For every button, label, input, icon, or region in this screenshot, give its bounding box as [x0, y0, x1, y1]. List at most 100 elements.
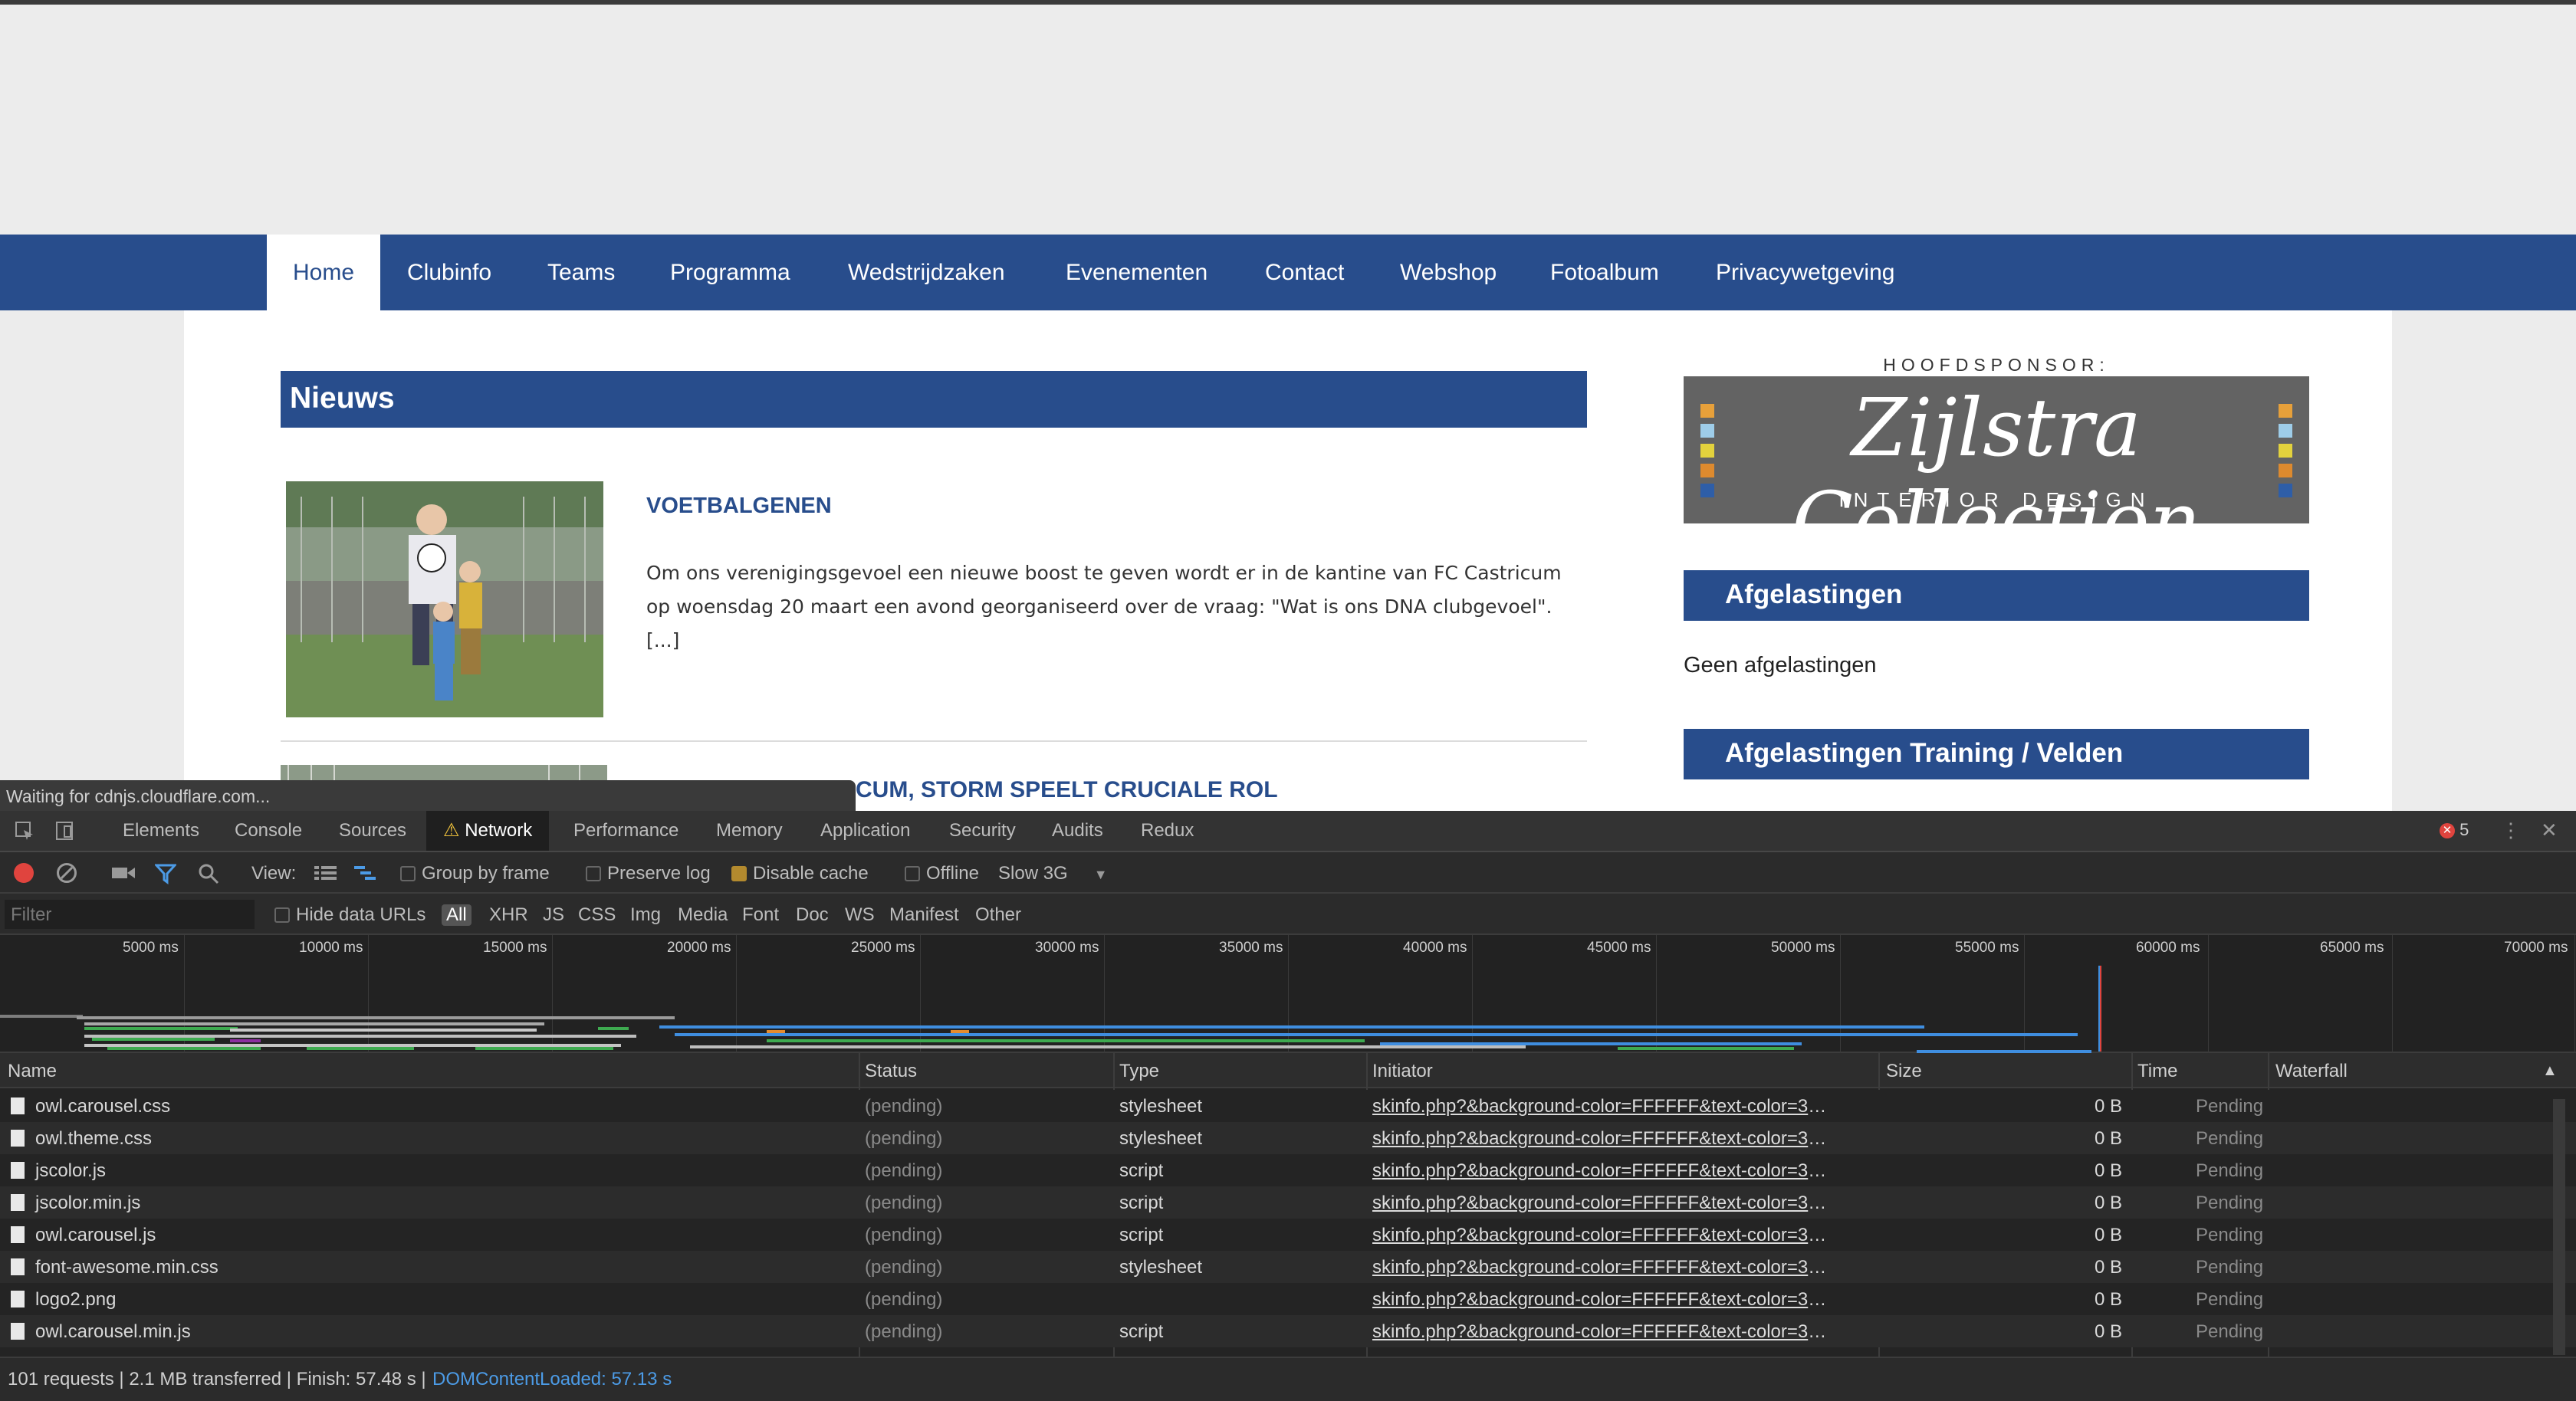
column-time[interactable]: Time [2137, 1061, 2177, 1082]
request-status: (pending) [865, 1128, 943, 1149]
request-initiator-link[interactable]: skinfo.php?&background-color=FFFFFF&text… [1372, 1193, 1832, 1214]
request-name: owl.carousel.min.js [35, 1321, 191, 1342]
sponsor-square-lightblue-left [1700, 424, 1714, 438]
tab-security[interactable]: Security [949, 811, 1016, 851]
tab-audits[interactable]: Audits [1052, 811, 1103, 851]
devtools-tabbar: Elements Console Sources ⚠ Network Perfo… [0, 811, 2576, 852]
column-status[interactable]: Status [865, 1061, 917, 1082]
request-initiator-link[interactable]: skinfo.php?&background-color=FFFFFF&text… [1372, 1096, 1832, 1117]
timeline-bar [84, 1022, 544, 1025]
filter-icon[interactable] [153, 863, 178, 888]
nav-home[interactable]: Home [267, 235, 381, 310]
large-rows-icon[interactable] [314, 865, 337, 885]
nav-teams[interactable]: Teams [547, 235, 615, 310]
search-icon[interactable] [198, 863, 219, 888]
column-type[interactable]: Type [1119, 1061, 1159, 1082]
request-row[interactable]: owl.carousel.min.js (pending) script ski… [0, 1315, 2576, 1347]
tab-network[interactable]: ⚠ Network [426, 811, 550, 851]
filter-type-doc[interactable]: Doc [796, 904, 829, 926]
request-row[interactable]: owl.theme.css (pending) stylesheet skinf… [0, 1122, 2576, 1154]
filter-type-other[interactable]: Other [975, 904, 1021, 926]
timeline-bar [1380, 1042, 1802, 1045]
capture-screenshots-icon[interactable] [112, 865, 135, 885]
request-initiator-link[interactable]: skinfo.php?&background-color=FFFFFF&text… [1372, 1160, 1832, 1182]
browser-status-bubble: Waiting for cdnjs.cloudflare.com... [0, 780, 856, 811]
disable-cache-checkbox[interactable]: Disable cache [731, 863, 869, 884]
filter-input[interactable]: Filter [5, 900, 255, 929]
nav-programma[interactable]: Programma [670, 235, 790, 310]
hide-data-urls-checkbox[interactable]: Hide data URLs [274, 904, 426, 926]
nav-webshop[interactable]: Webshop [1400, 235, 1497, 310]
filter-type-all[interactable]: All [442, 904, 472, 926]
throttling-select[interactable]: Slow 3G ▼ [998, 863, 1108, 884]
preserve-log-checkbox[interactable]: Preserve log [586, 863, 711, 884]
filter-type-font[interactable]: Font [742, 904, 779, 926]
column-initiator[interactable]: Initiator [1372, 1061, 1433, 1082]
request-row[interactable]: owl.carousel.js (pending) script skinfo.… [0, 1219, 2576, 1251]
table-scrollbar[interactable] [2553, 1099, 2565, 1355]
sort-ascending-icon[interactable]: ▲ [2542, 1062, 2558, 1080]
nav-contact[interactable]: Contact [1265, 235, 1344, 310]
nav-wedstrijdzaken[interactable]: Wedstrijdzaken [848, 235, 1005, 310]
filter-type-ws[interactable]: WS [845, 904, 875, 926]
file-icon [11, 1098, 25, 1114]
file-icon [11, 1130, 25, 1147]
network-summary-bar: 101 requests | 2.1 MB transferred | Fini… [0, 1357, 2576, 1401]
request-initiator-link[interactable]: skinfo.php?&background-color=FFFFFF&text… [1372, 1321, 1832, 1343]
filter-type-js[interactable]: JS [543, 904, 564, 926]
filter-type-media[interactable]: Media [678, 904, 728, 926]
disable-cache-label: Disable cache [753, 863, 869, 884]
close-icon[interactable]: ✕ [2541, 819, 2558, 842]
request-status: (pending) [865, 1289, 943, 1310]
timeline-bar [92, 1038, 215, 1041]
clear-icon[interactable] [57, 863, 77, 883]
filter-type-xhr[interactable]: XHR [489, 904, 528, 926]
group-by-frame-checkbox[interactable]: Group by frame [400, 863, 550, 884]
nav-evenementen[interactable]: Evenementen [1066, 235, 1208, 310]
request-row[interactable]: font-awesome.min.css (pending) styleshee… [0, 1251, 2576, 1283]
timeline-gridline [2392, 935, 2393, 1053]
tab-performance[interactable]: Performance [573, 811, 678, 851]
timeline-tick: 45000 ms [1587, 940, 1651, 956]
tab-memory[interactable]: Memory [716, 811, 783, 851]
record-button[interactable] [14, 863, 34, 883]
timeline-tick: 30000 ms [1035, 940, 1099, 956]
tab-application[interactable]: Application [820, 811, 910, 851]
column-waterfall[interactable]: Waterfall [2275, 1061, 2348, 1082]
column-name[interactable]: Name [8, 1061, 57, 1082]
device-toolbar-icon[interactable] [54, 820, 75, 847]
tab-elements[interactable]: Elements [123, 811, 199, 851]
sponsor-banner[interactable]: Zijlstra Collection INTERIOR DESIGN [1684, 376, 2309, 523]
request-initiator-link[interactable]: skinfo.php?&background-color=FFFFFF&text… [1372, 1128, 1832, 1150]
more-options-icon[interactable]: ⋮ [2501, 819, 2521, 842]
offline-checkbox[interactable]: Offline [905, 863, 979, 884]
preserve-log-box [586, 866, 601, 881]
error-counter[interactable]: ✕ 5 [2440, 820, 2469, 840]
request-initiator-link[interactable]: skinfo.php?&background-color=FFFFFF&text… [1372, 1225, 1832, 1246]
nav-clubinfo[interactable]: Clubinfo [407, 235, 491, 310]
article-title[interactable]: VOETBALGENEN [646, 494, 832, 519]
column-size[interactable]: Size [1886, 1061, 1922, 1082]
tab-redux[interactable]: Redux [1141, 811, 1194, 851]
article2-photo[interactable] [281, 765, 607, 782]
request-row[interactable]: jscolor.min.js (pending) script skinfo.p… [0, 1186, 2576, 1219]
request-status: (pending) [865, 1193, 943, 1213]
request-row[interactable]: owl.carousel.css (pending) stylesheet sk… [0, 1090, 2576, 1122]
filter-type-img[interactable]: Img [630, 904, 661, 926]
nav-privacywetgeving[interactable]: Privacywetgeving [1716, 235, 1894, 310]
request-initiator-link[interactable]: skinfo.php?&background-color=FFFFFF&text… [1372, 1257, 1832, 1278]
waterfall-view-icon[interactable] [354, 865, 377, 885]
inspect-element-icon[interactable] [14, 820, 35, 847]
article-photo[interactable] [286, 481, 603, 717]
sidebar-afgelastingen-header: Afgelastingen [1684, 570, 2309, 621]
network-overview-timeline[interactable]: 5000 ms 10000 ms 15000 ms 20000 ms 25000… [0, 935, 2576, 1053]
tab-sources[interactable]: Sources [339, 811, 406, 851]
request-row[interactable]: logo2.png (pending) skinfo.php?&backgrou… [0, 1283, 2576, 1315]
filter-type-css[interactable]: CSS [578, 904, 616, 926]
article2-title[interactable]: CUM, STORM SPEELT CRUCIALE ROL [856, 777, 1278, 803]
tab-console[interactable]: Console [235, 811, 302, 851]
request-initiator-link[interactable]: skinfo.php?&background-color=FFFFFF&text… [1372, 1289, 1832, 1311]
nav-fotoalbum[interactable]: Fotoalbum [1550, 235, 1659, 310]
request-row[interactable]: jscolor.js (pending) script skinfo.php?&… [0, 1154, 2576, 1186]
filter-type-manifest[interactable]: Manifest [889, 904, 959, 926]
